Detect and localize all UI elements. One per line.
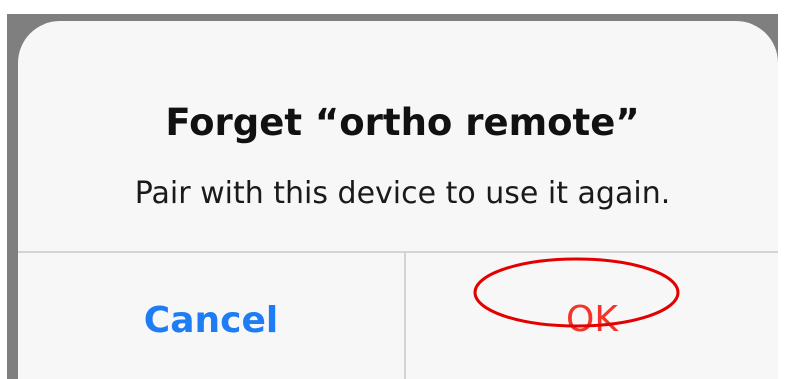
ok-button-label: OK: [566, 298, 618, 340]
alert-message: Pair with this device to use it again.: [134, 176, 671, 211]
ok-button[interactable]: OK: [406, 253, 778, 379]
alert-title: Forget “ortho remote”: [165, 101, 640, 144]
forget-device-alert: Forget “ortho remote” Pair with this dev…: [18, 21, 778, 379]
cancel-button-label: Cancel: [143, 299, 279, 341]
screen: Forget “ortho remote” Pair with this dev…: [0, 0, 785, 379]
cancel-button[interactable]: Cancel: [18, 253, 404, 379]
